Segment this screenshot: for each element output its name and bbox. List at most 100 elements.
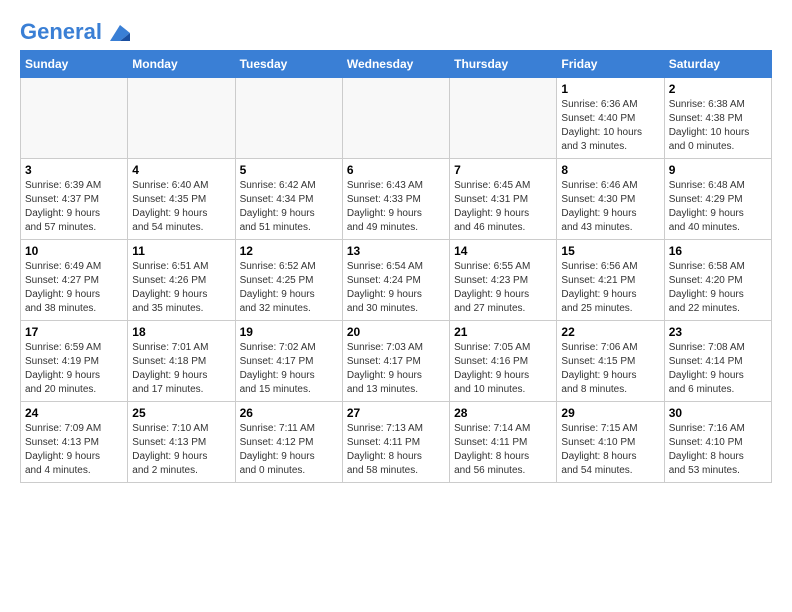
day-number: 20 (347, 325, 445, 339)
day-number: 25 (132, 406, 230, 420)
day-number: 27 (347, 406, 445, 420)
calendar-cell: 30Sunrise: 7:16 AM Sunset: 4:10 PM Dayli… (664, 402, 771, 483)
day-number: 14 (454, 244, 552, 258)
day-number: 22 (561, 325, 659, 339)
calendar-cell: 11 Sunrise: 6:51 AM Sunset: 4:26 PM Dayli… (128, 240, 235, 321)
calendar-cell: 18Sunrise: 7:01 AM Sunset: 4:18 PM Dayli… (128, 321, 235, 402)
day-number: 8 (561, 163, 659, 177)
calendar-cell: 25 Sunrise: 7:10 AM Sunset: 4:13 PM Dayli… (128, 402, 235, 483)
day-info: Sunrise: 7:13 AM Sunset: 4:11 PM Dayligh… (347, 422, 445, 478)
day-number: 18 (132, 325, 230, 339)
calendar-cell: 12Sunrise: 6:52 AM Sunset: 4:25 PM Dayli… (235, 240, 342, 321)
day-number: 12 (240, 244, 338, 258)
day-info: Sunrise: 6:38 AM Sunset: 4:38 PM Dayligh… (669, 98, 767, 154)
calendar-cell: 8 Sunrise: 6:46 AM Sunset: 4:30 PM Daylig… (557, 159, 664, 240)
day-number: 5 (240, 163, 338, 177)
day-header-monday: Monday (128, 51, 235, 78)
day-header-wednesday: Wednesday (342, 51, 449, 78)
day-info: Sunrise: 6:36 AM Sunset: 4:40 PM Dayligh… (561, 98, 659, 154)
day-info: Sunrise: 6:43 AM Sunset: 4:33 PM Dayligh… (347, 179, 445, 235)
day-number: 16 (669, 244, 767, 258)
day-number: 13 (347, 244, 445, 258)
calendar-cell: 9Sunrise: 6:48 AM Sunset: 4:29 PM Daylig… (664, 159, 771, 240)
day-info: Sunrise: 6:54 AM Sunset: 4:24 PM Dayligh… (347, 260, 445, 316)
day-info: Sunrise: 6:59 AM Sunset: 4:19 PM Dayligh… (25, 341, 123, 397)
day-info: Sunrise: 7:03 AM Sunset: 4:17 PM Dayligh… (347, 341, 445, 397)
day-number: 6 (347, 163, 445, 177)
day-header-saturday: Saturday (664, 51, 771, 78)
calendar-cell: 23 Sunrise: 7:08 AM Sunset: 4:14 PM Dayli… (664, 321, 771, 402)
day-header-thursday: Thursday (450, 51, 557, 78)
day-number: 15 (561, 244, 659, 258)
day-info: Sunrise: 6:42 AM Sunset: 4:34 PM Dayligh… (240, 179, 338, 235)
calendar-table: SundayMondayTuesdayWednesdayThursdayFrid… (20, 50, 772, 483)
day-info: Sunrise: 7:06 AM Sunset: 4:15 PM Dayligh… (561, 341, 659, 397)
calendar-cell: 10 Sunrise: 6:49 AM Sunset: 4:27 PM Dayli… (21, 240, 128, 321)
calendar-cell: 6 Sunrise: 6:43 AM Sunset: 4:33 PM Daylig… (342, 159, 449, 240)
day-info: Sunrise: 6:39 AM Sunset: 4:37 PM Dayligh… (25, 179, 123, 235)
day-info: Sunrise: 6:56 AM Sunset: 4:21 PM Dayligh… (561, 260, 659, 316)
day-info: Sunrise: 7:16 AM Sunset: 4:10 PM Dayligh… (669, 422, 767, 478)
day-number: 21 (454, 325, 552, 339)
calendar-cell (235, 78, 342, 159)
day-number: 3 (25, 163, 123, 177)
day-info: Sunrise: 6:51 AM Sunset: 4:26 PM Dayligh… (132, 260, 230, 316)
calendar-cell (21, 78, 128, 159)
day-number: 1 (561, 82, 659, 96)
day-number: 29 (561, 406, 659, 420)
calendar-cell: 28 Sunrise: 7:14 AM Sunset: 4:11 PM Dayli… (450, 402, 557, 483)
day-info: Sunrise: 6:46 AM Sunset: 4:30 PM Dayligh… (561, 179, 659, 235)
calendar-cell: 7 Sunrise: 6:45 AM Sunset: 4:31 PM Daylig… (450, 159, 557, 240)
day-info: Sunrise: 7:11 AM Sunset: 4:12 PM Dayligh… (240, 422, 338, 478)
calendar-cell: 4 Sunrise: 6:40 AM Sunset: 4:35 PM Daylig… (128, 159, 235, 240)
logo: General (20, 20, 130, 40)
day-info: Sunrise: 7:08 AM Sunset: 4:14 PM Dayligh… (669, 341, 767, 397)
day-header-sunday: Sunday (21, 51, 128, 78)
calendar-cell: 21 Sunrise: 7:05 AM Sunset: 4:16 PM Dayli… (450, 321, 557, 402)
day-info: Sunrise: 7:02 AM Sunset: 4:17 PM Dayligh… (240, 341, 338, 397)
day-info: Sunrise: 6:40 AM Sunset: 4:35 PM Dayligh… (132, 179, 230, 235)
day-header-friday: Friday (557, 51, 664, 78)
week-row-4: 17 Sunrise: 6:59 AM Sunset: 4:19 PM Dayli… (21, 321, 772, 402)
calendar-cell (128, 78, 235, 159)
calendar-cell (342, 78, 449, 159)
week-row-1: 1 Sunrise: 6:36 AM Sunset: 4:40 PM Daylig… (21, 78, 772, 159)
logo-icon (110, 25, 130, 41)
day-info: Sunrise: 6:45 AM Sunset: 4:31 PM Dayligh… (454, 179, 552, 235)
calendar-cell: 3 Sunrise: 6:39 AM Sunset: 4:37 PM Daylig… (21, 159, 128, 240)
day-info: Sunrise: 7:14 AM Sunset: 4:11 PM Dayligh… (454, 422, 552, 478)
logo-text: General (20, 20, 130, 44)
calendar-cell: 2 Sunrise: 6:38 AM Sunset: 4:38 PM Daylig… (664, 78, 771, 159)
calendar-cell (450, 78, 557, 159)
calendar-cell: 24 Sunrise: 7:09 AM Sunset: 4:13 PM Dayli… (21, 402, 128, 483)
calendar-cell: 22 Sunrise: 7:06 AM Sunset: 4:15 PM Dayli… (557, 321, 664, 402)
day-info: Sunrise: 7:09 AM Sunset: 4:13 PM Dayligh… (25, 422, 123, 478)
calendar-cell: 16 Sunrise: 6:58 AM Sunset: 4:20 PM Dayli… (664, 240, 771, 321)
day-info: Sunrise: 7:10 AM Sunset: 4:13 PM Dayligh… (132, 422, 230, 478)
day-number: 23 (669, 325, 767, 339)
day-number: 19 (240, 325, 338, 339)
day-number: 7 (454, 163, 552, 177)
day-number: 28 (454, 406, 552, 420)
calendar-cell: 27 Sunrise: 7:13 AM Sunset: 4:11 PM Dayli… (342, 402, 449, 483)
page-header: General (20, 20, 772, 40)
week-row-5: 24 Sunrise: 7:09 AM Sunset: 4:13 PM Dayli… (21, 402, 772, 483)
day-number: 24 (25, 406, 123, 420)
calendar-cell: 20 Sunrise: 7:03 AM Sunset: 4:17 PM Dayli… (342, 321, 449, 402)
day-info: Sunrise: 7:15 AM Sunset: 4:10 PM Dayligh… (561, 422, 659, 478)
day-number: 26 (240, 406, 338, 420)
calendar-cell: 5 Sunrise: 6:42 AM Sunset: 4:34 PM Daylig… (235, 159, 342, 240)
week-row-3: 10 Sunrise: 6:49 AM Sunset: 4:27 PM Dayli… (21, 240, 772, 321)
day-info: Sunrise: 7:05 AM Sunset: 4:16 PM Dayligh… (454, 341, 552, 397)
day-info: Sunrise: 6:58 AM Sunset: 4:20 PM Dayligh… (669, 260, 767, 316)
day-number: 17 (25, 325, 123, 339)
week-row-2: 3 Sunrise: 6:39 AM Sunset: 4:37 PM Daylig… (21, 159, 772, 240)
day-number: 2 (669, 82, 767, 96)
day-info: Sunrise: 6:49 AM Sunset: 4:27 PM Dayligh… (25, 260, 123, 316)
day-number: 11 (132, 244, 230, 258)
day-number: 10 (25, 244, 123, 258)
calendar-cell: 29 Sunrise: 7:15 AM Sunset: 4:10 PM Dayli… (557, 402, 664, 483)
day-number: 4 (132, 163, 230, 177)
day-header-tuesday: Tuesday (235, 51, 342, 78)
day-number: 9 (669, 163, 767, 177)
